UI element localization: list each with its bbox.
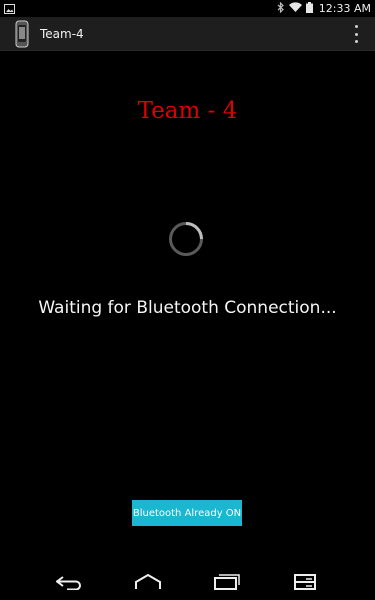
- image-notification-icon: [4, 0, 15, 18]
- bluetooth-already-on-button[interactable]: Bluetooth Already ON: [132, 500, 242, 526]
- status-bar: 12:33 AM: [0, 0, 375, 17]
- home-icon[interactable]: [128, 568, 168, 596]
- battery-icon: [305, 1, 313, 16]
- action-bar: Team-4: [0, 17, 375, 51]
- back-icon[interactable]: [49, 568, 89, 596]
- app-title: Team-4: [40, 26, 84, 41]
- connection-status-text: Waiting for Bluetooth Connection...: [38, 298, 337, 318]
- app-icon[interactable]: [15, 20, 29, 48]
- wifi-icon: [288, 2, 302, 15]
- bluetooth-icon: [277, 1, 285, 16]
- loading-spinner-icon: [168, 221, 204, 257]
- page-title: Team - 4: [137, 98, 238, 124]
- recent-apps-icon[interactable]: [207, 568, 247, 596]
- status-time: 12:33 AM: [318, 2, 371, 15]
- navigation-bar: [0, 562, 375, 600]
- overflow-menu-icon[interactable]: [355, 25, 359, 43]
- menu-icon[interactable]: [285, 568, 325, 596]
